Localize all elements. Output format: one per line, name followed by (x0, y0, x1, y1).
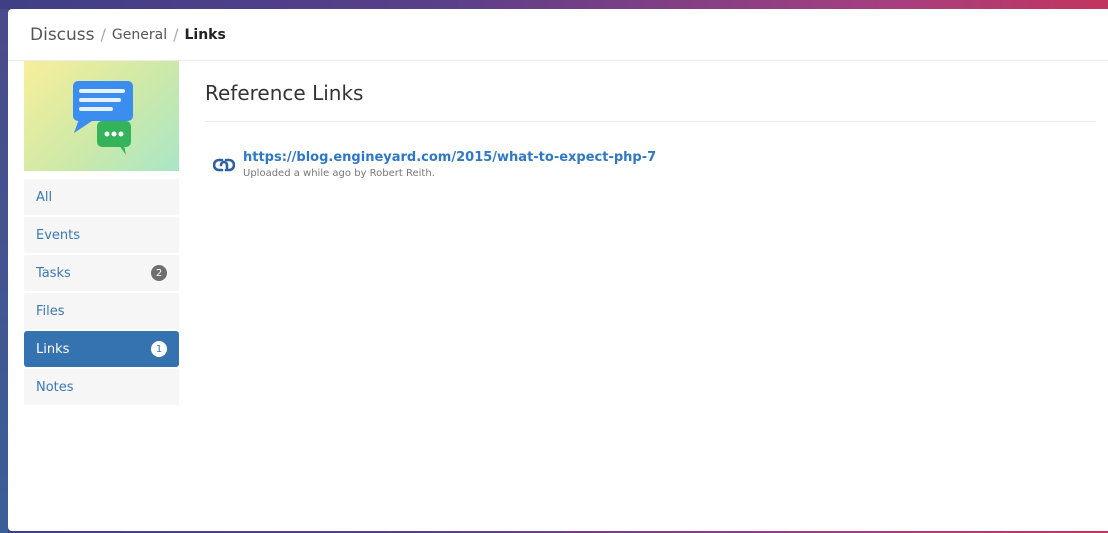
sidebar-item-all[interactable]: All (24, 179, 179, 215)
sidebar-item-label: Notes (36, 379, 74, 395)
sidebar-menu: All Events Tasks 2 Files Links 1 Notes (24, 179, 179, 405)
link-meta: Uploaded a while ago by Robert Reith. (243, 168, 435, 179)
sidebar-item-tasks[interactable]: Tasks 2 (24, 255, 179, 291)
sidebar-item-label: Tasks (36, 265, 71, 281)
link-icon (213, 158, 235, 172)
sidebar-item-label: Files (36, 303, 65, 319)
chat-bubbles-icon (73, 81, 133, 155)
sidebar-item-label: Links (36, 341, 70, 357)
sidebar-item-label: All (36, 189, 53, 205)
count-badge: 2 (151, 265, 167, 281)
sidebar-item-events[interactable]: Events (24, 217, 179, 253)
count-badge: 1 (151, 341, 167, 357)
sidebar-item-notes[interactable]: Notes (24, 369, 179, 405)
sidebar-item-links[interactable]: Links 1 (24, 331, 179, 367)
link-url[interactable]: https://blog.engineyard.com/2015/what-to… (243, 150, 656, 165)
main-content: Reference Links https://blog.engineyard.… (205, 61, 1096, 179)
sidebar-item-label: Events (36, 227, 81, 243)
breadcrumb-root[interactable]: Discuss (30, 25, 95, 45)
window-edge (0, 9, 8, 533)
sidebar-item-files[interactable]: Files (24, 293, 179, 329)
list-item: https://blog.engineyard.com/2015/what-to… (205, 150, 1096, 179)
breadcrumb-section[interactable]: General (112, 27, 167, 43)
breadcrumb-current: Links (184, 26, 226, 43)
breadcrumb-separator: / (173, 25, 179, 44)
breadcrumb-separator: / (100, 25, 106, 44)
sidebar: All Events Tasks 2 Files Links 1 Notes (24, 61, 179, 407)
breadcrumb: Discuss / General / Links (8, 9, 1108, 61)
sidebar-hero-image (24, 61, 179, 171)
page-title: Reference Links (205, 61, 1096, 122)
